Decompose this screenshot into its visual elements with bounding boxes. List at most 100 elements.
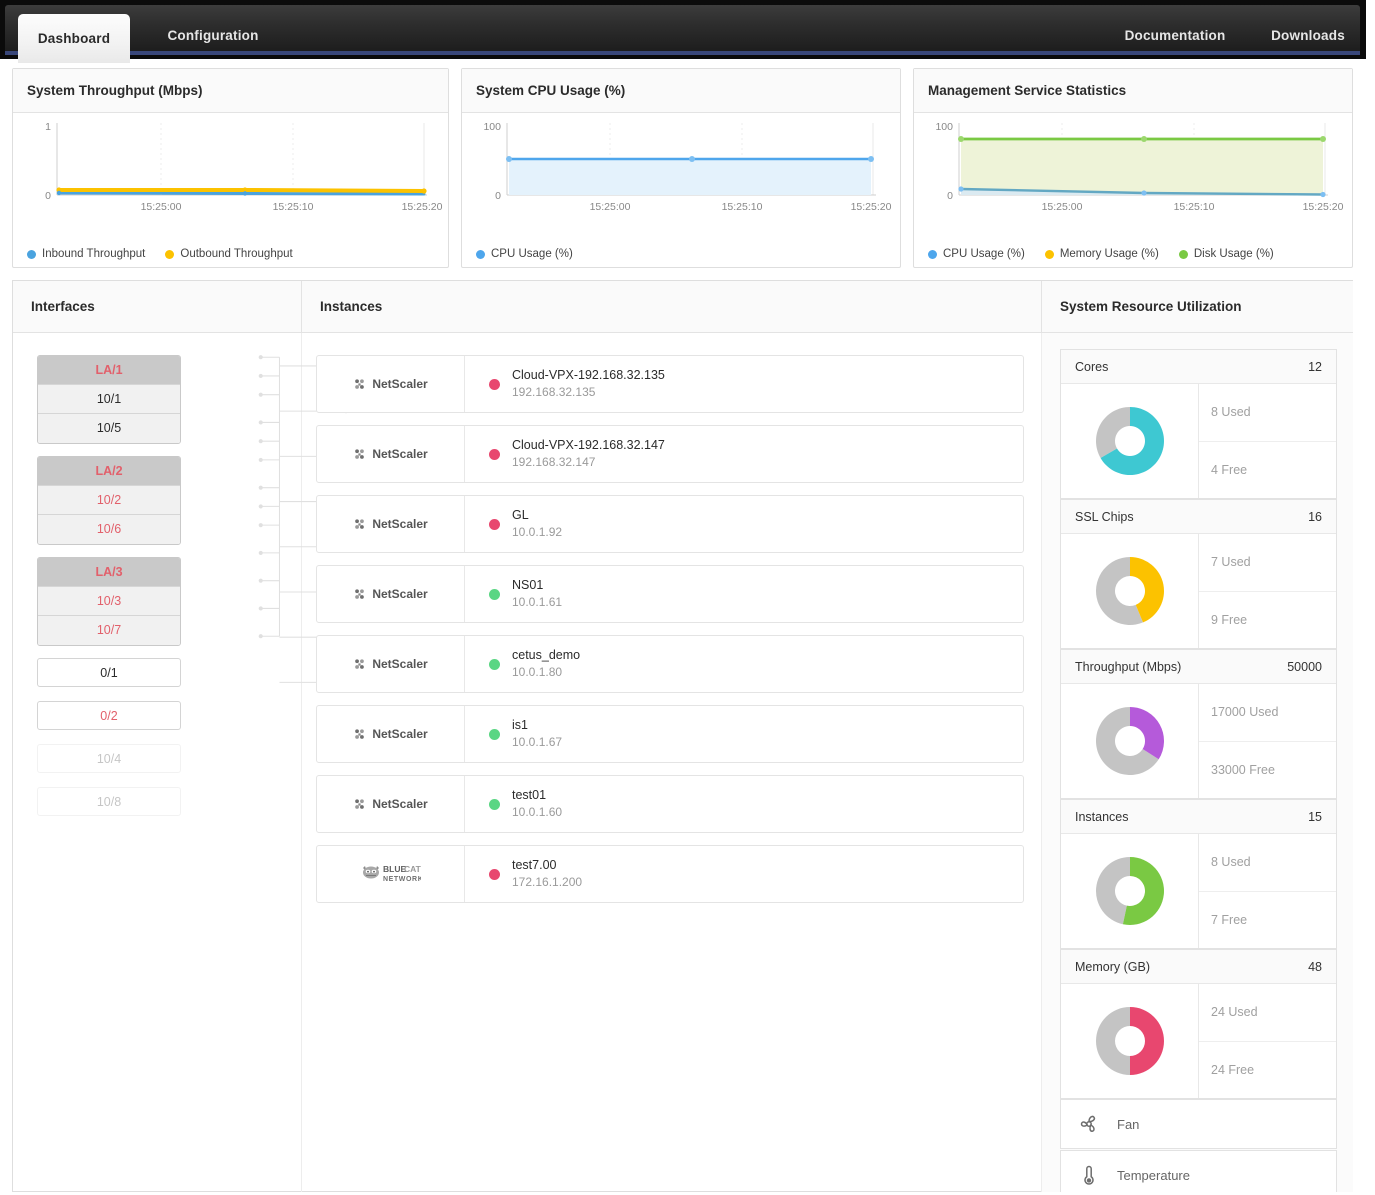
tab-dashboard[interactable]: Dashboard	[18, 14, 130, 63]
instance-row[interactable]: NetScaler NS0110.0.1.61	[316, 565, 1024, 623]
resource-stats: 24 Used24 Free	[1199, 984, 1336, 1098]
donut-chart	[1088, 849, 1172, 933]
svg-text:15:25:20: 15:25:20	[402, 201, 443, 213]
instance-name: GL	[512, 507, 562, 524]
resource-donut	[1061, 534, 1199, 648]
resource-body: 24 Used24 Free	[1061, 984, 1336, 1098]
chart-system-cpu-usage: 100 0 15:25:00 15:25:10 15:25:20	[462, 113, 900, 223]
resource-header: Throughput (Mbps)50000	[1061, 650, 1336, 684]
interface-10-8[interactable]: 10/8	[37, 787, 181, 816]
legend-item-disk-usage[interactable]: Disk Usage (%)	[1179, 248, 1274, 260]
legend-item-memory-usage[interactable]: Memory Usage (%)	[1045, 248, 1159, 260]
netscaler-icon	[353, 378, 366, 391]
svg-text:15:25:20: 15:25:20	[1303, 201, 1344, 213]
interface-0-2[interactable]: 0/2	[37, 701, 181, 730]
donut-chart	[1088, 399, 1172, 483]
card-body-mgmt: 100 0	[914, 113, 1352, 268]
resource-body: 8 Used7 Free	[1061, 834, 1336, 948]
interface-0-1[interactable]: 0/1	[37, 658, 181, 687]
resource-stats: 8 Used7 Free	[1199, 834, 1336, 948]
instance-info: Cloud-VPX-192.168.32.147192.168.32.147	[465, 437, 1023, 471]
fan-icon	[1077, 1112, 1101, 1136]
instance-row[interactable]: NetScaler GL10.0.1.92	[316, 495, 1024, 553]
instance-ip: 172.16.1.200	[512, 874, 582, 891]
resource-header: Instances15	[1061, 800, 1336, 834]
resource-free: 24 Free	[1199, 1042, 1336, 1099]
instance-row[interactable]: NetScalerCloud-VPX-192.168.32.135192.168…	[316, 355, 1024, 413]
resource-donut	[1061, 984, 1199, 1098]
interface-group-header[interactable]: LA/2	[38, 457, 180, 486]
sensor-fan[interactable]: Fan	[1060, 1099, 1337, 1149]
legend-mgmt: CPU Usage (%) Memory Usage (%) Disk Usag…	[928, 248, 1346, 260]
interface-group-la-1[interactable]: LA/110/110/5	[37, 355, 181, 444]
svg-text:1: 1	[45, 121, 51, 133]
legend-item-cpu-usage[interactable]: CPU Usage (%)	[928, 248, 1025, 260]
netscaler-icon	[353, 658, 366, 671]
interface-10-1[interactable]: 10/1	[38, 385, 180, 414]
instance-row[interactable]: NetScaleris110.0.1.67	[316, 705, 1024, 763]
card-body-throughput: 1 0 15:25:00 15:	[13, 113, 448, 268]
svg-text:0: 0	[495, 190, 501, 202]
interface-10-2[interactable]: 10/2	[38, 486, 180, 515]
resource-label: Instances	[1075, 810, 1129, 824]
sensor-temperature[interactable]: Temperature	[1060, 1150, 1337, 1192]
instance-type: NetScaler	[317, 776, 465, 832]
resource-used: 7 Used	[1199, 534, 1336, 592]
bluecat-icon: BLUECATNETWORKS	[361, 862, 421, 886]
instance-text: GL10.0.1.92	[512, 507, 562, 541]
panel-title-instances: Instances	[302, 281, 1042, 333]
legend-item-cpu-usage[interactable]: CPU Usage (%)	[476, 248, 573, 260]
instance-row[interactable]: NetScalerCloud-VPX-192.168.32.147192.168…	[316, 425, 1024, 483]
legend-dot-icon	[928, 250, 937, 259]
svg-text:0: 0	[45, 190, 51, 202]
status-badge	[489, 449, 500, 460]
legend-label: CPU Usage (%)	[943, 248, 1025, 260]
instances-list: NetScaler Cloud-VPX-192.168.32.135192.168…	[302, 333, 1042, 1192]
link-documentation[interactable]: Documentation	[1105, 12, 1245, 59]
resource-stats: 17000 Used33000 Free	[1199, 684, 1336, 798]
netscaler-icon	[353, 448, 366, 461]
netscaler-icon	[353, 728, 366, 741]
interface-group-la-3[interactable]: LA/310/310/7	[37, 557, 181, 646]
instance-text: NS0110.0.1.61	[512, 577, 562, 611]
svg-text:15:25:00: 15:25:00	[1042, 201, 1083, 213]
legend-label: Memory Usage (%)	[1060, 248, 1159, 260]
svg-text:0: 0	[947, 190, 953, 202]
instance-info: is110.0.1.67	[465, 717, 1023, 751]
instance-row[interactable]: BLUECATNETWORKS test7.00172.16.1.200	[316, 845, 1024, 903]
svg-text:CAT: CAT	[404, 864, 421, 874]
interface-group-header[interactable]: LA/1	[38, 356, 180, 385]
svg-text:100: 100	[483, 121, 501, 133]
interface-group-header[interactable]: LA/3	[38, 558, 180, 587]
instance-type-label: NetScaler	[372, 587, 427, 601]
card-title-cpu: System CPU Usage (%)	[462, 69, 900, 113]
svg-text:15:25:10: 15:25:10	[273, 201, 314, 213]
resource-card-cores: Cores128 Used4 Free	[1060, 349, 1337, 499]
interface-10-5[interactable]: 10/5	[38, 414, 180, 443]
instance-type-label: NetScaler	[372, 517, 427, 531]
navbar: Dashboard Configuration Documentation Do…	[5, 5, 1360, 55]
instance-type-label: NetScaler	[372, 797, 427, 811]
mgmt-svg: 100 0	[914, 113, 1354, 223]
legend-item-outbound-throughput[interactable]: Outbound Throughput	[165, 248, 292, 260]
link-downloads[interactable]: Downloads	[1253, 12, 1363, 59]
instance-info: test7.00172.16.1.200	[465, 857, 1023, 891]
resource-used: 8 Used	[1199, 384, 1336, 442]
instance-text: Cloud-VPX-192.168.32.135192.168.32.135	[512, 367, 665, 401]
interface-group-la-2[interactable]: LA/210/210/6	[37, 456, 181, 545]
status-badge	[489, 519, 500, 530]
sensor-label: Temperature	[1117, 1168, 1190, 1183]
resource-free: 33000 Free	[1199, 742, 1336, 799]
legend-item-inbound-throughput[interactable]: Inbound Throughput	[27, 248, 145, 260]
interface-10-7[interactable]: 10/7	[38, 616, 180, 645]
resource-body: 8 Used4 Free	[1061, 384, 1336, 498]
resource-header: Cores12	[1061, 350, 1336, 384]
interface-10-6[interactable]: 10/6	[38, 515, 180, 544]
svg-text:15:25:10: 15:25:10	[1174, 201, 1215, 213]
interface-10-4[interactable]: 10/4	[37, 744, 181, 773]
instance-row[interactable]: NetScalercetus_demo10.0.1.80	[316, 635, 1024, 693]
instance-row[interactable]: NetScalertest0110.0.1.60	[316, 775, 1024, 833]
tab-configuration[interactable]: Configuration	[143, 12, 283, 59]
resource-free: 7 Free	[1199, 892, 1336, 949]
interface-10-3[interactable]: 10/3	[38, 587, 180, 616]
